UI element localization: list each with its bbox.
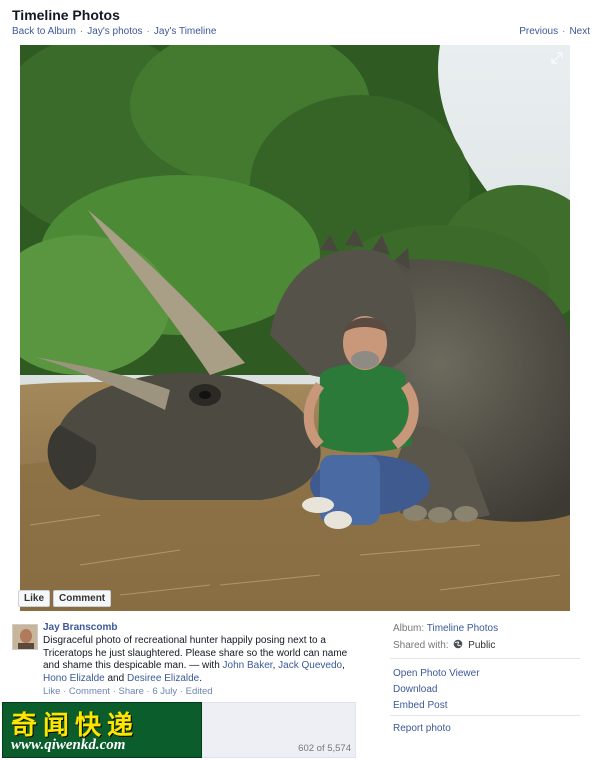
album-label: Album: [393, 623, 425, 634]
post-share-link[interactable]: Share [119, 686, 144, 697]
previous-link[interactable]: Previous [519, 26, 558, 37]
post-text-with: — with [186, 660, 223, 671]
comment-counter: 602 of 5,574 [298, 743, 351, 754]
tag-separator: , [342, 660, 345, 671]
tagged-person-link[interactable]: John Baker [223, 660, 273, 671]
watermark: 奇闻快递 www.qiwenkd.com [2, 702, 202, 758]
avatar-image [13, 625, 37, 649]
post-comment-link[interactable]: Comment [69, 686, 110, 697]
photo-actions: Like Comment [18, 590, 112, 607]
album-link[interactable]: Timeline Photos [427, 623, 498, 634]
post-text: Disgraceful photo of recreational hunter… [43, 635, 353, 685]
back-to-album-link[interactable]: Back to Album [12, 26, 76, 37]
post-edited-link[interactable]: Edited [186, 686, 213, 697]
tagged-person-link[interactable]: Hono Elizalde [43, 673, 105, 684]
tagged-person-link[interactable]: Desiree Elizalde [127, 673, 199, 684]
post-meta: Like · Comment · Share · 6 July · Edited [43, 686, 213, 697]
post-like-link[interactable]: Like [43, 686, 60, 697]
sidebar-divider [390, 658, 580, 659]
tagged-person-link[interactable]: Jack Quevedo [278, 660, 342, 671]
photo-pager: Previous · Next [519, 26, 590, 37]
photo[interactable] [20, 45, 570, 611]
photo-like-button[interactable]: Like [18, 590, 51, 607]
watermark-url: www.qiwenkd.com [11, 737, 126, 753]
privacy-public-link[interactable]: Public [468, 640, 495, 651]
breadcrumb-separator: · [146, 26, 150, 37]
album-row: Album: Timeline Photos [393, 623, 498, 634]
photo-comment-button[interactable]: Comment [53, 590, 112, 607]
pager-separator: · [562, 26, 566, 37]
sidebar-divider [390, 715, 580, 716]
post-text-and: and [104, 672, 127, 684]
globe-icon [454, 639, 463, 649]
embed-post-link[interactable]: Embed Post [393, 700, 447, 711]
breadcrumb: Back to Album · Jay's photos · Jay's Timelin… [12, 26, 216, 37]
post-date-link[interactable]: 6 July [152, 686, 177, 697]
download-link[interactable]: Download [393, 684, 437, 695]
shared-with-label: Shared with: [393, 640, 449, 651]
avatar[interactable] [12, 624, 38, 650]
page-title: Timeline Photos [12, 7, 120, 23]
expand-icon[interactable] [550, 51, 564, 65]
jays-photos-link[interactable]: Jay's photos [87, 26, 142, 37]
jays-timeline-link[interactable]: Jay's Timeline [154, 26, 217, 37]
post-author-link[interactable]: Jay Branscomb [43, 622, 117, 633]
next-link[interactable]: Next [569, 26, 590, 37]
open-photo-viewer-link[interactable]: Open Photo Viewer [393, 668, 480, 679]
post-text-period: . [199, 672, 203, 684]
report-photo-link[interactable]: Report photo [393, 723, 451, 734]
photo-image [20, 45, 570, 611]
breadcrumb-separator: · [79, 26, 84, 37]
shared-row: Shared with: Public [393, 639, 495, 651]
